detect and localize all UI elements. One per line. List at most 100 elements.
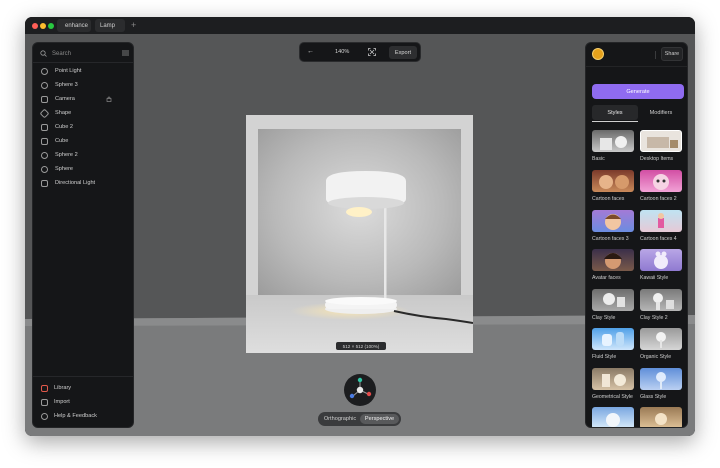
active-tab-indicator: [592, 121, 638, 122]
style-preview-image: [658, 213, 664, 228]
camera-icon: [41, 95, 48, 103]
style-label: Cartoon faces 3: [592, 236, 629, 242]
orthographic-button[interactable]: Orthographic: [320, 414, 360, 424]
style-preview-image: [604, 253, 622, 269]
style-thumb-clay-style[interactable]: [592, 289, 634, 311]
export-label: Export: [394, 49, 412, 56]
tab-file[interactable]: Lamp: [95, 19, 125, 32]
style-thumb-desktop-items[interactable]: [640, 130, 682, 152]
style-thumb-kawaii-style[interactable]: [640, 249, 682, 271]
perspective-label: Perspective: [364, 416, 395, 422]
sphere-icon: [41, 81, 48, 89]
search-placeholder: Search: [52, 50, 72, 57]
layer-label: Shape: [55, 110, 72, 116]
style-label: Cartoon faces 4: [640, 236, 677, 242]
style-thumb-avatar-faces[interactable]: [592, 249, 634, 271]
orientation-gizmo[interactable]: [344, 374, 376, 406]
perspective-button[interactable]: Perspective: [360, 414, 399, 424]
tab-app-label: enhance: [65, 22, 89, 29]
style-preview-image: [599, 175, 629, 189]
style-preview-image: [602, 374, 626, 387]
style-thumb-organic-style[interactable]: [640, 328, 682, 350]
layer-item[interactable]: Sphere: [41, 163, 127, 175]
style-preview-image: [653, 174, 669, 190]
layer-item[interactable]: Cube: [41, 135, 127, 147]
layer-item[interactable]: Cube 2: [41, 121, 127, 133]
search-field[interactable]: Search: [40, 46, 128, 61]
style-thumb-glass-style[interactable]: [640, 368, 682, 390]
zoom-level[interactable]: 140%: [335, 49, 349, 55]
layer-item[interactable]: Sphere 3: [41, 79, 127, 91]
style-preview-image: [603, 293, 625, 307]
import-button[interactable]: Import: [41, 396, 70, 408]
tab-styles[interactable]: Styles: [592, 105, 638, 120]
divider: [655, 51, 656, 59]
style-thumb-cartoon-faces-3[interactable]: [592, 210, 634, 232]
style-label: Geometrical Style: [592, 394, 633, 400]
style-preview-image: [605, 214, 621, 230]
style-thumb-geometrical-style[interactable]: [592, 368, 634, 390]
layer-label: Sphere 2: [55, 152, 78, 158]
library-button[interactable]: Library: [41, 382, 71, 394]
style-label: Desktop Items: [640, 156, 674, 162]
layer-label: Cube 2: [55, 124, 74, 130]
generate-label: Generate: [626, 88, 650, 95]
style-thumb-cartoon-faces[interactable]: [592, 170, 634, 192]
library-label: Library: [54, 385, 72, 391]
tab-modifiers[interactable]: Modifiers: [638, 105, 684, 120]
export-button[interactable]: Export: [389, 46, 417, 59]
style-preview-image: [656, 372, 666, 389]
panel-menu-icon[interactable]: [122, 50, 129, 56]
cube-icon: [41, 137, 48, 145]
style-thumb[interactable]: [592, 407, 634, 427]
title-bar: enhance Lamp +: [25, 17, 695, 34]
minimize-window-button[interactable]: [40, 23, 46, 29]
back-arrow-icon[interactable]: ←: [307, 48, 314, 55]
style-preview-image: [654, 251, 668, 269]
style-label: Fluid Style: [592, 354, 617, 360]
avatar[interactable]: [592, 48, 604, 60]
layer-label: Sphere 3: [55, 82, 78, 88]
sphere-icon: [41, 165, 48, 173]
style-preview-image: [656, 332, 666, 348]
fit-view-icon[interactable]: [368, 48, 376, 56]
divider: [586, 66, 687, 67]
style-label: Cartoon faces: [592, 196, 625, 202]
tab-styles-label: Styles: [607, 109, 623, 116]
layer-item[interactable]: Camera: [41, 93, 127, 105]
help-feedback-button[interactable]: Help & Feedback: [41, 410, 97, 422]
import-label: Import: [54, 399, 70, 405]
lock-icon[interactable]: [106, 96, 112, 102]
style-thumb-cartoon-faces-4[interactable]: [640, 210, 682, 232]
layer-label: Sphere: [55, 166, 74, 172]
styles-panel: Share Generate Styles Modifiers Basic De…: [585, 42, 688, 428]
style-thumb-basic[interactable]: [592, 130, 634, 152]
directional-light-icon: [41, 179, 48, 187]
style-thumb[interactable]: [640, 407, 682, 427]
render-preview: [246, 115, 473, 353]
style-label: Avatar faces: [592, 275, 621, 281]
orthographic-label: Orthographic: [323, 416, 357, 422]
generate-button[interactable]: Generate: [592, 84, 684, 99]
style-thumb-fluid-style[interactable]: [592, 328, 634, 350]
new-tab-icon[interactable]: +: [131, 20, 136, 30]
tab-app[interactable]: enhance: [57, 19, 91, 32]
style-label: Clay Style 2: [640, 315, 668, 321]
view-mode-toggle: Orthographic Perspective: [318, 412, 401, 426]
close-window-button[interactable]: [32, 23, 38, 29]
style-thumb-cartoon-faces-2[interactable]: [640, 170, 682, 192]
search-icon: [40, 50, 47, 57]
shape-icon: [39, 108, 50, 118]
layers-panel: Search Point Light Sphere 3 Camera Shape…: [32, 42, 134, 428]
layer-item[interactable]: Sphere 2: [41, 149, 127, 161]
layer-item[interactable]: Shape: [39, 107, 127, 119]
style-thumb-clay-style-2[interactable]: [640, 289, 682, 311]
axis-gizmo-icon: [349, 377, 372, 399]
zoom-window-button[interactable]: [48, 23, 54, 29]
style-label: Basic: [592, 156, 605, 162]
layer-item[interactable]: Point Light: [41, 65, 127, 77]
sphere-icon: [41, 151, 48, 159]
share-label: Share: [664, 51, 680, 57]
layer-item[interactable]: Directional Light: [41, 177, 127, 189]
share-button[interactable]: Share: [661, 47, 683, 61]
